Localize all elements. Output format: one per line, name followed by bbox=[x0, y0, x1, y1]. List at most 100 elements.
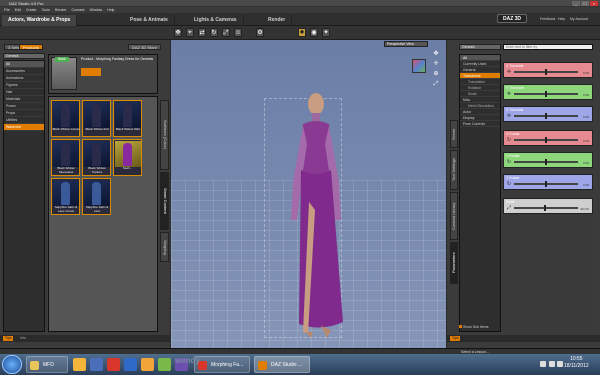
category-all[interactable]: All bbox=[4, 61, 44, 68]
my-account-link[interactable]: My Account bbox=[570, 17, 588, 21]
content-item[interactable]: Black Widow Sleeveless bbox=[51, 139, 80, 176]
product-header: Back Product - Morphing Fantasy Dress fo… bbox=[48, 54, 158, 94]
ie-icon[interactable] bbox=[141, 358, 154, 371]
zoom-icon[interactable]: ⊕ bbox=[432, 70, 440, 78]
tab-shaping[interactable]: Shaping bbox=[160, 232, 169, 262]
start-button[interactable] bbox=[2, 355, 22, 374]
translate-icon: ✛ bbox=[506, 69, 512, 75]
feedback-link[interactable]: Feedback bbox=[540, 17, 555, 21]
tab-scene[interactable]: Scene bbox=[450, 120, 458, 148]
translate-icon: ✛ bbox=[506, 113, 512, 119]
param-z-translate[interactable]: Z Translate ✛ 0.00 bbox=[503, 106, 593, 122]
media-icon[interactable] bbox=[158, 358, 171, 371]
tray-icon[interactable] bbox=[540, 361, 546, 367]
content-item[interactable]: Black Widow Corset bbox=[51, 100, 80, 137]
show-sub-items-checkbox[interactable]: Show Sub Items bbox=[459, 325, 488, 329]
translate-tool-icon[interactable]: ⇄ bbox=[198, 28, 206, 37]
toolbar: ✥ ⌖ ⇄ ↻ ⤢ ☺ ⚙ ✹ ◉ ✦ bbox=[0, 26, 600, 40]
system-clock[interactable]: 10:55 18/11/2012 bbox=[564, 356, 589, 370]
render-icon[interactable]: ✹ bbox=[298, 28, 306, 37]
camera-dropdown[interactable]: Perspective View bbox=[384, 41, 428, 47]
help-link[interactable]: Help bbox=[558, 17, 565, 21]
param-scale[interactable]: Scale ⤢ 96.0% bbox=[503, 198, 593, 214]
node-dropdown[interactable]: Genesis bbox=[459, 44, 501, 50]
orbit-icon[interactable]: ✥ bbox=[432, 50, 440, 58]
tab-content-library[interactable]: Content Library bbox=[450, 192, 458, 240]
tab-lights-cameras[interactable]: Lights & Cameras bbox=[188, 15, 244, 26]
network-icon[interactable] bbox=[557, 361, 563, 367]
filter-input[interactable]: Enter text to filter by bbox=[503, 44, 593, 50]
param-x-rotate[interactable]: X Rotate ↻ 0.00 bbox=[503, 130, 593, 146]
tab-parameters[interactable]: Parameters bbox=[450, 242, 458, 284]
content-item[interactable]: Black Widow Topless bbox=[82, 139, 111, 176]
group-pose-controls[interactable]: Pose Controls bbox=[460, 121, 500, 127]
param-y-translate[interactable]: Y Translate ✛ 0.00 bbox=[503, 84, 593, 100]
window-title: DAZ Studio 4.5 Pro bbox=[9, 1, 44, 6]
camera-icon[interactable]: ◉ bbox=[310, 28, 318, 37]
frame-icon[interactable]: ⤢ bbox=[432, 80, 440, 88]
media-player-icon[interactable] bbox=[90, 358, 103, 371]
left-tips-bar: Tips Info bbox=[0, 335, 170, 342]
viewport[interactable]: Perspective View ✥ ✛ ⊕ ⤢ bbox=[171, 40, 446, 348]
watermark: wendy bbox=[175, 356, 200, 365]
category-poses[interactable]: Poses bbox=[4, 103, 44, 110]
view-cube[interactable] bbox=[412, 59, 426, 73]
tab-tool-settings[interactable]: Tool Settings bbox=[450, 150, 458, 190]
right-tips-bar: Tips bbox=[447, 335, 600, 342]
close-button[interactable]: × bbox=[590, 1, 598, 6]
category-utilities[interactable]: Utilities bbox=[4, 117, 44, 124]
tab-products[interactable]: Products bbox=[19, 44, 43, 50]
scale-tool-icon[interactable]: ⤢ bbox=[222, 28, 230, 37]
category-accessories[interactable]: Accessories bbox=[4, 68, 44, 75]
category-wardrobe[interactable]: Wardrobe bbox=[4, 124, 44, 131]
param-z-rotate[interactable]: Z Rotate ↻ 0.00 bbox=[503, 174, 593, 190]
category-props[interactable]: Props bbox=[4, 110, 44, 117]
scale-icon: ⤢ bbox=[506, 205, 511, 211]
param-x-translate[interactable]: X Translate ✛ 0.00 bbox=[503, 62, 593, 78]
daz3d-logo: DAZ 3D bbox=[497, 14, 527, 23]
taskbar-daz-studio[interactable]: DAZ Studio ... bbox=[254, 356, 310, 373]
category-materials[interactable]: Materials bbox=[4, 96, 44, 103]
content-item[interactable]: Sapphire Satin & Lace Corset bbox=[51, 178, 80, 215]
content-item[interactable]: Sapphire Satin & Lace bbox=[82, 178, 111, 215]
maximize-button[interactable]: □ bbox=[581, 1, 589, 6]
minimize-button[interactable]: _ bbox=[572, 1, 580, 6]
rotate-icon: ↻ bbox=[506, 137, 512, 143]
content-item[interactable]: Black Widow Full bbox=[82, 100, 111, 137]
render-settings-icon[interactable]: ⚙ bbox=[256, 28, 264, 37]
tab-pose-animate[interactable]: Pose & Animate bbox=[124, 15, 175, 26]
tab-smart-content[interactable]: Smart Content bbox=[160, 172, 169, 230]
content-item[interactable]: Black Widow Skirt bbox=[113, 100, 142, 137]
volume-icon[interactable] bbox=[549, 361, 555, 367]
tips-button[interactable]: Tips bbox=[3, 336, 14, 341]
active-pose-icon[interactable]: ☺ bbox=[234, 28, 242, 37]
property-group-list: All Currently Used General Transforms Tr… bbox=[459, 54, 501, 332]
daz-store-button[interactable]: DAZ 3D Store bbox=[128, 44, 161, 50]
tab-actors-wardrobe-props[interactable]: Actors, Wardrobe & Props bbox=[2, 15, 78, 26]
universal-tool-icon[interactable]: ✥ bbox=[174, 28, 182, 37]
node-selection-icon[interactable]: ⌖ bbox=[186, 28, 194, 37]
title-bar: DAZ Studio 4.5 Pro _ □ × bbox=[0, 0, 600, 7]
taskbar-morphing-fantasy[interactable]: Morphing Fa... bbox=[194, 356, 250, 373]
tips-button[interactable]: Tips bbox=[450, 336, 461, 341]
taskbar-mfd[interactable]: MFD bbox=[26, 356, 68, 373]
genesis-figure[interactable] bbox=[281, 92, 351, 342]
category-figures[interactable]: Figures bbox=[4, 82, 44, 89]
figure-dropdown[interactable]: Genesis bbox=[3, 53, 45, 59]
category-hair[interactable]: Hair bbox=[4, 89, 44, 96]
browser-icon[interactable] bbox=[107, 358, 120, 371]
info-button[interactable]: Info bbox=[18, 336, 28, 341]
rotate-icon: ↻ bbox=[506, 159, 512, 165]
category-animations[interactable]: Animations bbox=[4, 75, 44, 82]
translate-icon: ✛ bbox=[506, 91, 512, 97]
spotlight-icon[interactable]: ✦ bbox=[322, 28, 330, 37]
param-y-rotate[interactable]: Y Rotate ↻ 0.00 bbox=[503, 152, 593, 168]
content-item[interactable]: Sash ... bbox=[113, 139, 142, 176]
rotate-tool-icon[interactable]: ↻ bbox=[210, 28, 218, 37]
tab-render[interactable]: Render bbox=[262, 15, 293, 26]
explorer-icon[interactable] bbox=[73, 358, 86, 371]
word-icon[interactable] bbox=[124, 358, 137, 371]
pan-icon[interactable]: ✛ bbox=[432, 60, 440, 68]
tab-surfaces[interactable]: Surfaces (Color) bbox=[160, 100, 169, 170]
back-button[interactable]: Back bbox=[55, 57, 69, 62]
